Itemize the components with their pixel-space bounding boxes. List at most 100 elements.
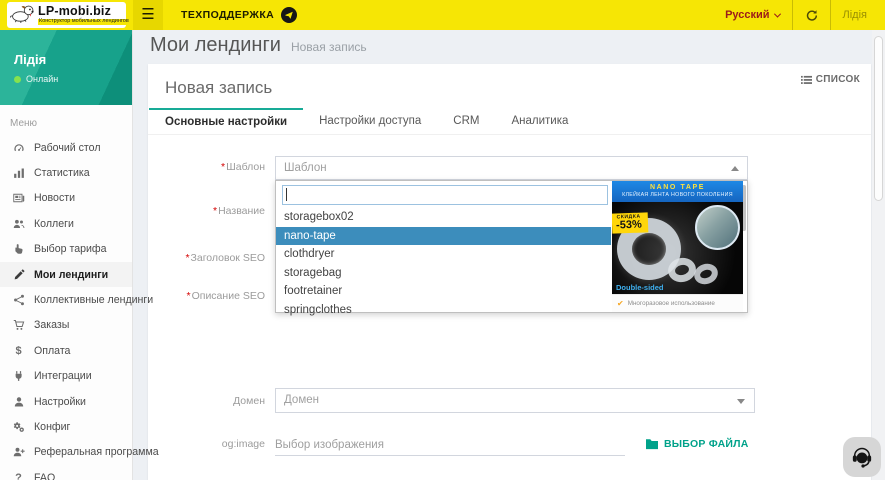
sidebar-item-news[interactable]: Новости: [0, 186, 132, 211]
sidebar-item-referral[interactable]: Реферальная программа: [0, 440, 132, 465]
sidebar-item-integrations[interactable]: Интеграции: [0, 364, 132, 389]
sidebar-item-label: FAQ: [34, 472, 55, 480]
sidebar-item-faq[interactable]: ? FAQ: [0, 465, 132, 480]
sidebar-item-label: Настройки: [34, 396, 86, 408]
template-option-footretainer[interactable]: footretainer: [276, 282, 611, 301]
preview-header: NANO TAPE КЛЕЙКАЯ ЛЕНТА НОВОГО ПОКОЛЕНИЯ: [612, 181, 743, 202]
list-button[interactable]: СПИСОК: [801, 74, 860, 85]
dollar-icon: $: [12, 344, 25, 358]
sidebar-item-tariff[interactable]: Выбор тарифа: [0, 237, 132, 262]
sidebar-item-label: Статистика: [34, 167, 90, 179]
template-option-storagebag[interactable]: storagebag: [276, 264, 611, 283]
new-record-card: СПИСОК Новая запись Основные настройкиНа…: [148, 64, 871, 480]
domain-select[interactable]: Домен: [275, 388, 755, 413]
news-icon: [12, 191, 25, 205]
dashboard-icon: [12, 141, 25, 155]
pencil-icon: [12, 268, 25, 282]
sidebar-item-collective-landings[interactable]: Коллективные лендинги: [0, 287, 132, 312]
logo-title: LP-mobi.biz: [38, 5, 130, 18]
sidebar-username: Лідія: [14, 52, 46, 67]
preview-feature-text: Многоразовое использование: [628, 300, 715, 307]
template-field-label: *Шаблон: [148, 161, 265, 173]
app-window: LP-mobi.biz Конструктор мобильных лендин…: [0, 0, 885, 480]
preview-feature-row: ✔ Многоразовое использование: [612, 294, 743, 312]
template-preview-image: NANO TAPE КЛЕЙКАЯ ЛЕНТА НОВОГО ПОКОЛЕНИЯ…: [612, 181, 743, 312]
sidebar-item-label: Конфиг: [34, 421, 70, 433]
chevron-down-icon: [773, 10, 780, 17]
caret-up-icon: [731, 166, 739, 171]
colleagues-icon: [12, 217, 25, 231]
gears-icon: [12, 420, 25, 434]
support-button[interactable]: ТЕХПОДДЕРЖКА: [181, 0, 297, 30]
tab-general[interactable]: Основные настройки: [149, 108, 303, 134]
template-select-placeholder: Шаблон: [276, 157, 747, 179]
sidebar-item-dashboard[interactable]: Рабочий стол: [0, 135, 132, 160]
sidebar-item-config[interactable]: Конфиг: [0, 414, 132, 439]
preview-body: СКИДКА -53% Double-sided: [612, 202, 743, 294]
online-status-dot: [14, 76, 21, 83]
template-search-input[interactable]: [282, 185, 608, 205]
template-option-nano-tape[interactable]: nano-tape: [276, 227, 611, 246]
headset-icon: [850, 445, 874, 469]
stats-icon: [12, 166, 25, 180]
tab-bar: Основные настройкиНастройки доступаCRMАн…: [148, 108, 871, 135]
top-right-controls: Русский Лідія: [713, 0, 879, 30]
cart-icon: [12, 318, 25, 332]
sidebar-item-settings[interactable]: Настройки: [0, 389, 132, 414]
status-label: Онлайн: [26, 74, 58, 84]
sidebar-user-panel: Лідія Онлайн: [0, 30, 132, 105]
topbar-username: Лідія: [843, 9, 867, 21]
question-icon: ?: [12, 471, 25, 480]
template-option-springclothes[interactable]: springclothes: [276, 301, 611, 320]
sidebar-item-colleagues[interactable]: Коллеги: [0, 211, 132, 236]
discount-badge: СКИДКА -53%: [612, 212, 648, 233]
support-chat-button[interactable]: [843, 437, 881, 477]
sidebar-item-orders[interactable]: Заказы: [0, 313, 132, 338]
tab-access[interactable]: Настройки доступа: [303, 108, 437, 134]
seo-title-field-label: *Заголовок SEO: [148, 252, 265, 264]
telegram-icon: [281, 7, 297, 23]
choose-file-label: ВЫБОР ФАЙЛА: [664, 438, 748, 450]
user-icon: [12, 395, 25, 409]
logo[interactable]: LP-mobi.biz Конструктор мобильных лендин…: [7, 2, 126, 28]
domain-field-label: Домен: [148, 395, 265, 407]
name-field-label: *Название: [148, 205, 265, 217]
template-option-clothdryer[interactable]: clothdryer: [276, 245, 611, 264]
preview-subtitle: КЛЕЙКАЯ ЛЕНТА НОВОГО ПОКОЛЕНИЯ: [622, 192, 733, 199]
sidebar-menu: Рабочий стол Статистика Новости КоллегиВыбо…: [0, 135, 132, 480]
og-image-input[interactable]: [275, 434, 625, 456]
seo-description-field-label: *Описание SEO: [148, 290, 265, 302]
sidebar-item-my-landings[interactable]: Мои лендинги: [0, 262, 132, 287]
dog-logo-icon: [10, 2, 36, 29]
sidebar-item-label: Мои лендинги: [34, 269, 108, 281]
page-scrollbar-thumb[interactable]: [874, 36, 883, 201]
template-dropdown-panel: storagebox02nano-tapeclothdryerstorageba…: [275, 180, 748, 313]
tab-crm[interactable]: CRM: [437, 108, 495, 134]
folder-icon: [645, 438, 659, 450]
hamburger-menu-icon[interactable]: ☰: [133, 0, 163, 30]
sidebar-item-label: Рабочий стол: [34, 142, 101, 154]
language-selector[interactable]: Русский: [713, 0, 791, 30]
list-icon: [801, 75, 812, 85]
og-image-field-label: og:image: [148, 438, 265, 450]
sidebar-item-label: Заказы: [34, 319, 69, 331]
page-title: Мои лендинги: [150, 34, 281, 57]
preview-caption: Double-sided: [616, 283, 664, 292]
sidebar-item-label: Интеграции: [34, 370, 92, 382]
sidebar-item-label: Коллективные лендинги: [34, 294, 153, 306]
sidebar-item-statistics[interactable]: Статистика: [0, 160, 132, 185]
topbar-user-menu[interactable]: Лідія: [830, 0, 879, 30]
plug-icon: [12, 369, 25, 383]
tab-analytics[interactable]: Аналитика: [495, 108, 584, 134]
user-plus-icon: [12, 445, 25, 459]
sidebar-item-label: Новости: [34, 192, 75, 204]
choose-file-button[interactable]: ВЫБОР ФАЙЛА: [645, 438, 748, 450]
page-scrollbar: [872, 30, 885, 480]
refresh-button[interactable]: [792, 0, 830, 30]
sidebar-item-payment[interactable]: $Оплата: [0, 338, 132, 363]
template-option-storagebox02[interactable]: storagebox02: [276, 208, 611, 227]
preview-title: NANO TAPE: [650, 184, 705, 192]
menu-section-label: Меню: [0, 105, 132, 135]
template-select[interactable]: Шаблон: [275, 156, 748, 180]
card-title: Новая запись: [165, 78, 272, 98]
